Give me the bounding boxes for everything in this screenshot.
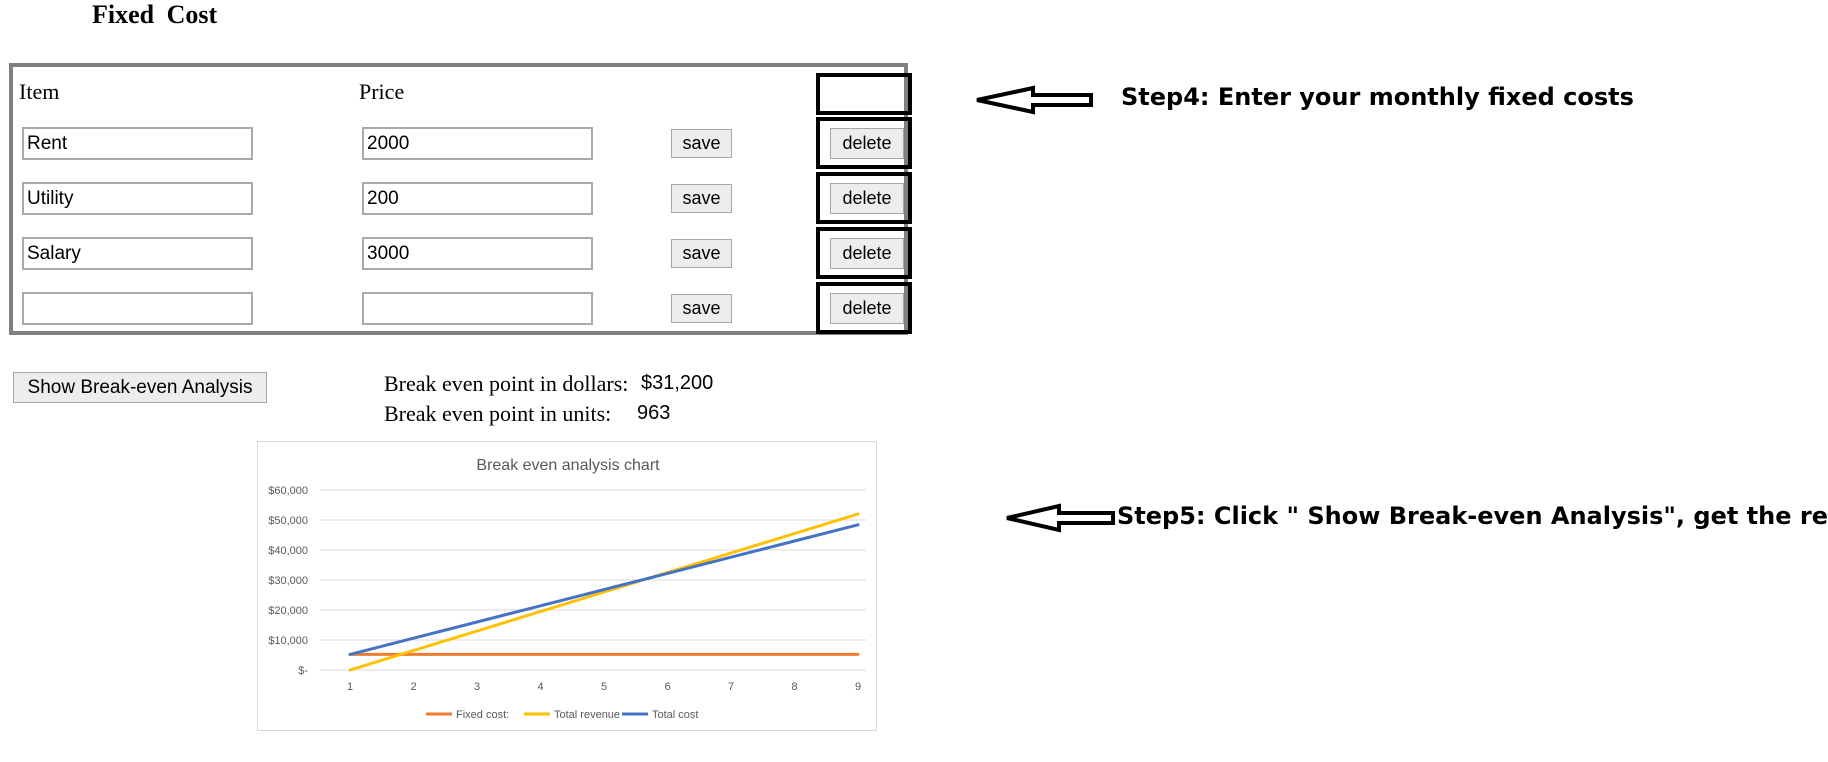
break-even-dollars-label: Break even point in dollars: (384, 371, 629, 396)
series-line (348, 512, 860, 672)
x-tick-label: 5 (601, 681, 607, 693)
save-button-utility[interactable]: save (671, 184, 732, 213)
fixed-cost-table: Item Price save delete save delete save … (9, 63, 912, 335)
delete-button-salary[interactable]: delete (830, 238, 904, 269)
chart-gridlines (320, 489, 866, 671)
delete-button-new[interactable]: delete (830, 293, 904, 324)
break-even-dollars-value: $31,200 (641, 372, 714, 394)
legend-label: Fixed cost: (456, 709, 509, 721)
x-tick-label: 4 (537, 681, 543, 693)
y-tick-label: $30,000 (268, 575, 308, 587)
break-even-units-value: 963 (637, 402, 671, 424)
chart-legend: Fixed cost: Total revenue Total cost (426, 709, 698, 721)
y-tick-label: $10,000 (268, 635, 308, 647)
price-column-header: Price (359, 79, 405, 104)
step5-instruction: Step5: Click " Show Break-even Analysis"… (1117, 502, 1828, 530)
x-tick-label: 6 (664, 681, 670, 693)
show-break-even-analysis-button[interactable]: Show Break-even Analysis (13, 372, 267, 403)
y-axis-ticks: $- $10,000 $20,000 $30,000 $40,000 $50,000 $60… (268, 485, 308, 677)
item-input-rent[interactable] (22, 127, 253, 160)
chart-series (348, 512, 860, 672)
delete-box-utility: delete (816, 172, 912, 224)
x-tick-label: 8 (791, 681, 797, 693)
save-button-rent[interactable]: save (671, 129, 732, 158)
step4-arrow-icon (976, 85, 1093, 115)
y-tick-label: $- (298, 665, 308, 677)
delete-box-rent: delete (816, 117, 912, 169)
series-line (348, 523, 860, 656)
item-input-new[interactable] (22, 292, 253, 325)
legend-label: Total revenue (554, 709, 620, 721)
delete-box-salary: delete (816, 227, 912, 279)
price-input-utility[interactable] (362, 182, 593, 215)
delete-button-rent[interactable]: delete (830, 128, 904, 159)
y-tick-label: $20,000 (268, 605, 308, 617)
x-tick-label: 1 (347, 681, 353, 693)
x-tick-label: 9 (855, 681, 861, 693)
break-even-chart: Break even analysis chart $- $10,000 $20,0… (257, 441, 877, 731)
y-tick-label: $60,000 (268, 485, 308, 497)
delete-box-new: delete (816, 282, 912, 334)
delete-button-utility[interactable]: delete (830, 183, 904, 214)
page-title: Fixed Cost (92, 0, 218, 29)
y-tick-label: $50,000 (268, 515, 308, 527)
item-input-utility[interactable] (22, 182, 253, 215)
item-column-header: Item (19, 79, 60, 104)
legend-label: Total cost (652, 709, 698, 721)
y-tick-label: $40,000 (268, 545, 308, 557)
x-tick-label: 2 (410, 681, 416, 693)
price-input-rent[interactable] (362, 127, 593, 160)
delete-column-header-box (816, 73, 912, 115)
item-input-salary[interactable] (22, 237, 253, 270)
chart-canvas: Break even analysis chart $- $10,000 $20,0… (268, 457, 866, 721)
x-tick-label: 3 (474, 681, 480, 693)
step5-arrow-icon (1006, 503, 1115, 533)
x-tick-label: 7 (728, 681, 734, 693)
save-button-new[interactable]: save (671, 294, 732, 323)
break-even-units-label: Break even point in units: (384, 401, 612, 426)
save-button-salary[interactable]: save (671, 239, 732, 268)
price-input-new[interactable] (362, 292, 593, 325)
chart-title: Break even analysis chart (476, 457, 660, 474)
x-axis-ticks: 1 2 3 4 5 6 7 8 9 (347, 681, 861, 693)
step4-instruction: Step4: Enter your monthly fixed costs (1121, 83, 1634, 111)
price-input-salary[interactable] (362, 237, 593, 270)
